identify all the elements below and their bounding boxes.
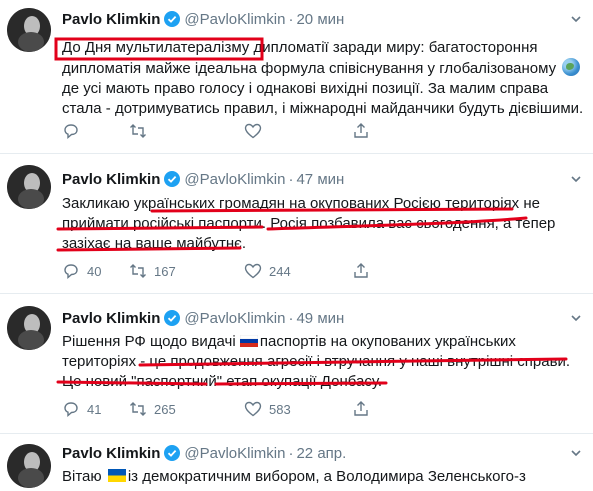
- reply-count: 41: [87, 402, 102, 417]
- share-icon: [354, 123, 368, 138]
- verified-badge-icon: [164, 11, 181, 27]
- heart-icon: [244, 123, 262, 139]
- timestamp[interactable]: 20 мин: [296, 11, 344, 28]
- like-button[interactable]: 583: [244, 400, 291, 420]
- share-button[interactable]: [352, 400, 370, 420]
- tweet-text: Закликаю українських громадян на окупова…: [62, 194, 582, 254]
- author-handle[interactable]: @PavloKlimkin: [184, 445, 285, 462]
- author-handle[interactable]: @PavloKlimkin: [184, 11, 285, 28]
- share-icon: [354, 401, 368, 416]
- ukraine-flag-icon: [107, 469, 126, 482]
- chevron-down-icon[interactable]: [569, 13, 583, 27]
- tweet-text-segment: дипломатії заради миру: багатостороння: [249, 39, 538, 56]
- reply-icon: [64, 264, 78, 280]
- heart-icon: [244, 401, 262, 417]
- retweet-button[interactable]: 167: [129, 262, 176, 282]
- tweet[interactable]: Pavlo Klimkin @PavloKlimkin · 20 мин До Дня…: [0, 0, 593, 154]
- tweet-text-segment: приймати російські паспорти. Росія позба…: [62, 215, 556, 232]
- avatar[interactable]: [7, 8, 51, 52]
- reply-button[interactable]: 40: [62, 262, 101, 282]
- tweet-text-segment: де усі мають право голосу і однакові вих…: [62, 80, 549, 97]
- retweet-icon: [130, 402, 146, 416]
- separator: ·: [288, 11, 294, 28]
- tweet-actions: 40 167 244: [62, 262, 502, 282]
- timestamp[interactable]: 47 мин: [296, 171, 344, 188]
- globe-emoji-icon: [562, 58, 581, 76]
- retweet-button[interactable]: [129, 122, 154, 142]
- verified-badge-icon: [164, 171, 181, 187]
- tweet-text-segment: стала - дотримуватись правил, і міжнарод…: [62, 100, 584, 117]
- avatar[interactable]: [7, 444, 51, 488]
- tweet-text-segment: Вітаю: [62, 468, 106, 485]
- tweet-text-segment: дипломатія майже ідеальна формула співіс…: [62, 60, 561, 77]
- tweet-text-segment: паспортів на окупованих українських: [259, 333, 516, 350]
- tweet-text-segment[interactable]: До Дня мультилатералізму: [62, 39, 249, 56]
- tweet-text-segment: зазіхає на ваше майбутнє.: [62, 235, 247, 252]
- tweet-text-segment: Закликаю українських громадян на окупова…: [62, 195, 540, 212]
- tweet-text: До Дня мультилатералізму дипломатії зара…: [62, 38, 584, 119]
- author-name[interactable]: Pavlo Klimkin: [62, 445, 160, 462]
- share-icon: [354, 263, 368, 278]
- tweet-text: Рішення РФ щодо видачі паспортів на окуп…: [62, 332, 582, 392]
- tweet[interactable]: Pavlo Klimkin @PavloKlimkin · 49 мин Рішенн…: [0, 294, 593, 434]
- russia-flag-icon: [239, 335, 258, 347]
- tweet-text-segment: Рішення РФ щодо видачі: [62, 333, 240, 350]
- tweet-header: Pavlo Klimkin @PavloKlimkin · 49 мин: [62, 309, 344, 329]
- timestamp[interactable]: 49 мин: [296, 310, 344, 327]
- tweet-text-segment: Це новий "паспортний" етап окупації Донб…: [62, 373, 382, 390]
- avatar[interactable]: [7, 306, 51, 350]
- author-name[interactable]: Pavlo Klimkin: [62, 171, 160, 188]
- retweet-icon: [130, 264, 146, 278]
- tweet-actions: 41 265 583: [62, 400, 502, 420]
- author-name[interactable]: Pavlo Klimkin: [62, 11, 160, 28]
- timestamp[interactable]: 22 апр.: [296, 445, 346, 462]
- reply-icon: [64, 402, 78, 418]
- separator: ·: [288, 445, 294, 462]
- author-name[interactable]: Pavlo Klimkin: [62, 310, 160, 327]
- author-handle[interactable]: @PavloKlimkin: [184, 171, 285, 188]
- heart-icon: [244, 263, 262, 279]
- verified-badge-icon: [164, 445, 181, 461]
- tweet-header: Pavlo Klimkin @PavloKlimkin · 20 мин: [62, 10, 344, 30]
- tweet[interactable]: Pavlo Klimkin @PavloKlimkin · 22 апр. Вітаю…: [0, 434, 593, 491]
- author-handle[interactable]: @PavloKlimkin: [184, 310, 285, 327]
- verified-badge-icon: [164, 310, 181, 326]
- retweet-icon: [130, 124, 146, 138]
- like-count: 244: [269, 264, 291, 279]
- timeline: Pavlo Klimkin @PavloKlimkin · 20 мин До Дня…: [0, 0, 593, 491]
- share-button[interactable]: [352, 122, 370, 142]
- like-button[interactable]: 244: [244, 262, 291, 282]
- tweet-header: Pavlo Klimkin @PavloKlimkin · 47 мин: [62, 170, 344, 190]
- reply-button[interactable]: [62, 122, 87, 142]
- chevron-down-icon[interactable]: [569, 173, 583, 187]
- tweet-actions: [62, 122, 502, 142]
- retweet-button[interactable]: 265: [129, 400, 176, 420]
- separator: ·: [288, 310, 294, 327]
- chevron-down-icon[interactable]: [569, 312, 583, 326]
- retweet-count: 167: [154, 264, 176, 279]
- reply-button[interactable]: 41: [62, 400, 101, 420]
- retweet-count: 265: [154, 402, 176, 417]
- reply-icon: [64, 124, 78, 140]
- tweet-text-segment: територіях - це продовження агресії і вт…: [62, 353, 571, 370]
- reply-count: 40: [87, 264, 102, 279]
- separator: ·: [288, 171, 294, 188]
- tweet-header: Pavlo Klimkin @PavloKlimkin · 22 апр.: [62, 444, 346, 464]
- chevron-down-icon[interactable]: [569, 447, 583, 461]
- tweet-text-segment: із демократичним вибором, а Володимира З…: [127, 468, 526, 485]
- tweet[interactable]: Pavlo Klimkin @PavloKlimkin · 47 мин Заклик…: [0, 154, 593, 294]
- tweet-text: Вітаю із демократичним вибором, а Володи…: [62, 467, 582, 487]
- like-count: 583: [269, 402, 291, 417]
- like-button[interactable]: [244, 122, 269, 142]
- avatar[interactable]: [7, 165, 51, 209]
- share-button[interactable]: [352, 262, 370, 282]
